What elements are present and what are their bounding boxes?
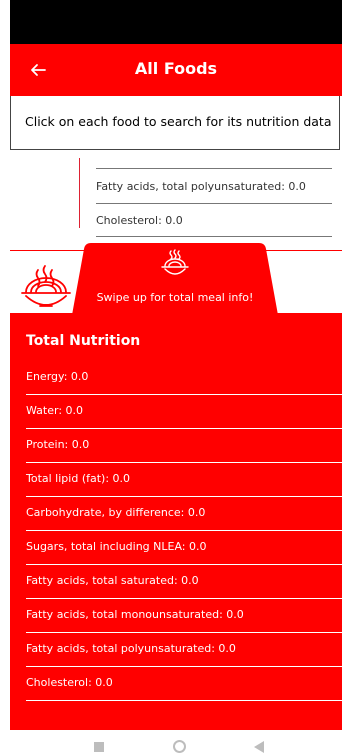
swipe-up-label: Swipe up for total meal info!: [96, 291, 254, 304]
home-circle-icon[interactable]: [173, 740, 186, 753]
recents-square-icon[interactable]: [94, 742, 104, 752]
nutrition-row: Fatty acids, total monounsaturated: 0.0: [26, 599, 342, 633]
nutrition-row: Total lipid (fat): 0.0: [26, 463, 342, 497]
instruction-text: Click on each food to search for its nut…: [25, 114, 332, 129]
page-title: All Foods: [134, 59, 218, 78]
nutrition-row-label: Total lipid (fat): 0.0: [26, 472, 131, 485]
system-nav-bar: [0, 730, 342, 754]
nutrition-row-label: Fatty acids, total polyunsaturated: 0.0: [26, 642, 236, 655]
food-detail-divider: [79, 158, 80, 228]
nutrition-row: Carbohydrate, by difference: 0.0: [26, 497, 342, 531]
total-nutrition-title: Total Nutrition: [26, 333, 141, 349]
status-bar: [10, 0, 342, 44]
nutrition-row-label: Protein: 0.0: [26, 438, 90, 451]
nutrition-row: Water: 0.0: [26, 395, 342, 429]
nutrition-row-label: Fatty acids, total monounsaturated: 0.0: [26, 608, 244, 621]
nutrition-row: Cholesterol: 0.0: [26, 667, 342, 701]
nutrition-row: Fatty acids, total polyunsaturated: 0.0: [26, 633, 342, 667]
food-detail-separator: [96, 236, 332, 237]
nutrition-row: Sugars, total including NLEA: 0.0: [26, 531, 342, 565]
swipe-up-tab[interactable]: Swipe up for total meal info!: [72, 243, 278, 315]
nutrition-row: Protein: 0.0: [26, 429, 342, 463]
food-detail-separator: [96, 168, 332, 169]
food-detail-separator: [96, 203, 332, 204]
food-detail-row: Cholesterol: 0.0: [96, 214, 183, 227]
nutrition-row-label: Cholesterol: 0.0: [26, 676, 113, 689]
nutrition-row-label: Fatty acids, total saturated: 0.0: [26, 574, 199, 587]
app-bar: All Foods: [10, 44, 342, 96]
nutrition-row-label: Energy: 0.0: [26, 370, 89, 383]
nutrition-row-label: Sugars, total including NLEA: 0.0: [26, 540, 207, 553]
nutrition-row-label: Carbohydrate, by difference: 0.0: [26, 506, 206, 519]
nutrition-row: Energy: 0.0: [26, 361, 342, 395]
food-detail-row: Fatty acids, total polyunsaturated: 0.0: [96, 180, 306, 193]
instruction-banner: Click on each food to search for its nut…: [10, 96, 340, 150]
nutrition-row: Fatty acids, total saturated: 0.0: [26, 565, 342, 599]
total-nutrition-panel: Total Nutrition Energy: 0.0 Water: 0.0 P…: [10, 313, 342, 730]
back-triangle-icon[interactable]: [254, 741, 264, 753]
nutrition-row-label: Water: 0.0: [26, 404, 84, 417]
noodle-bowl-icon: [160, 249, 190, 277]
noodle-bowl-icon: [18, 262, 74, 312]
